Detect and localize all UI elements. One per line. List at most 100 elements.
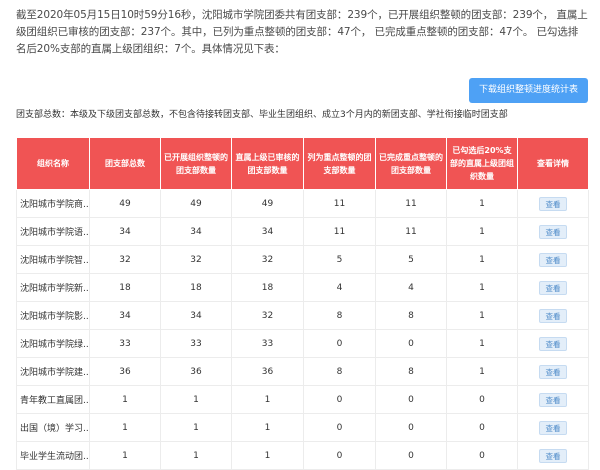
table-row: 沈阳城市学院语... 34 34 34 11 11 1 查看 xyxy=(16,217,589,246)
cell-reviewed: 18 xyxy=(231,273,304,302)
cell-done: 5 xyxy=(375,245,447,274)
cell-details: 查看 xyxy=(517,357,589,386)
header-bottom20: 已勾选后20%支部的直属上级团组织数量 xyxy=(446,137,518,190)
cell-key: 5 xyxy=(303,245,376,274)
rectification-progress-table: 组织名称 团支部总数 已开展组织整顿的团支部数量 直属上级已审核的团支部数量 列… xyxy=(16,137,589,470)
cell-started: 1 xyxy=(160,441,232,470)
cell-org-name: 沈阳城市学院绿... xyxy=(16,329,90,358)
cell-started: 34 xyxy=(160,217,232,246)
cell-details: 查看 xyxy=(517,329,589,358)
cell-key: 0 xyxy=(303,385,376,414)
cell-started: 49 xyxy=(160,189,232,218)
cell-org-name: 出国（境）学习... xyxy=(16,413,90,442)
table-row: 沈阳城市学院智... 32 32 32 5 5 1 查看 xyxy=(16,245,589,274)
table-row: 沈阳城市学院建... 36 36 36 8 8 1 查看 xyxy=(16,357,589,386)
cell-done: 8 xyxy=(375,357,447,386)
cell-details: 查看 xyxy=(517,217,589,246)
header-details: 查看详情 xyxy=(517,137,589,190)
table-row: 沈阳城市学院商... 49 49 49 11 11 1 查看 xyxy=(16,189,589,218)
view-button[interactable]: 查看 xyxy=(539,196,567,211)
header-key: 列为重点整顿的团支部数量 xyxy=(303,137,376,190)
view-button[interactable]: 查看 xyxy=(539,224,567,239)
view-button[interactable]: 查看 xyxy=(539,448,567,463)
cell-total: 34 xyxy=(89,301,161,330)
view-button[interactable]: 查看 xyxy=(539,280,567,295)
cell-org-name: 沈阳城市学院影... xyxy=(16,301,90,330)
cell-total: 33 xyxy=(89,329,161,358)
cell-org-name: 沈阳城市学院建... xyxy=(16,357,90,386)
table-header-row: 组织名称 团支部总数 已开展组织整顿的团支部数量 直属上级已审核的团支部数量 列… xyxy=(16,137,589,190)
cell-key: 0 xyxy=(303,329,376,358)
view-button[interactable]: 查看 xyxy=(539,420,567,435)
table-row: 沈阳城市学院绿... 33 33 33 0 0 1 查看 xyxy=(16,329,589,358)
cell-details: 查看 xyxy=(517,301,589,330)
header-done: 已完成重点整顿的团支部数量 xyxy=(375,137,447,190)
cell-details: 查看 xyxy=(517,385,589,414)
view-button[interactable]: 查看 xyxy=(539,364,567,379)
cell-reviewed: 32 xyxy=(231,245,304,274)
cell-reviewed: 33 xyxy=(231,329,304,358)
cell-key: 0 xyxy=(303,413,376,442)
cell-bottom20: 1 xyxy=(446,357,518,386)
cell-bottom20: 1 xyxy=(446,245,518,274)
cell-reviewed: 49 xyxy=(231,189,304,218)
cell-bottom20: 1 xyxy=(446,329,518,358)
cell-org-name: 沈阳城市学院智... xyxy=(16,245,90,274)
cell-bottom20: 0 xyxy=(446,413,518,442)
cell-key: 11 xyxy=(303,217,376,246)
cell-bottom20: 1 xyxy=(446,189,518,218)
cell-total: 1 xyxy=(89,441,161,470)
cell-reviewed: 1 xyxy=(231,385,304,414)
cell-reviewed: 36 xyxy=(231,357,304,386)
cell-key: 11 xyxy=(303,189,376,218)
cell-started: 32 xyxy=(160,245,232,274)
table-row: 沈阳城市学院新... 18 18 18 4 4 1 查看 xyxy=(16,273,589,302)
cell-total: 1 xyxy=(89,413,161,442)
header-reviewed: 直属上级已审核的团支部数量 xyxy=(231,137,304,190)
cell-done: 0 xyxy=(375,329,447,358)
cell-key: 8 xyxy=(303,301,376,330)
cell-total: 36 xyxy=(89,357,161,386)
cell-reviewed: 1 xyxy=(231,441,304,470)
cell-key: 0 xyxy=(303,441,376,470)
cell-started: 1 xyxy=(160,413,232,442)
cell-started: 1 xyxy=(160,385,232,414)
cell-done: 0 xyxy=(375,441,447,470)
cell-reviewed: 1 xyxy=(231,413,304,442)
cell-org-name: 青年教工直属团... xyxy=(16,385,90,414)
cell-total: 32 xyxy=(89,245,161,274)
cell-total: 34 xyxy=(89,217,161,246)
cell-org-name: 毕业学生流动团... xyxy=(16,441,90,470)
cell-bottom20: 0 xyxy=(446,441,518,470)
cell-reviewed: 34 xyxy=(231,217,304,246)
cell-done: 11 xyxy=(375,217,447,246)
cell-total: 1 xyxy=(89,385,161,414)
header-started: 已开展组织整顿的团支部数量 xyxy=(160,137,232,190)
cell-done: 0 xyxy=(375,413,447,442)
cell-bottom20: 1 xyxy=(446,301,518,330)
table-row: 毕业学生流动团... 1 1 1 0 0 0 查看 xyxy=(16,441,589,470)
cell-started: 18 xyxy=(160,273,232,302)
cell-started: 33 xyxy=(160,329,232,358)
cell-details: 查看 xyxy=(517,441,589,470)
cell-total: 49 xyxy=(89,189,161,218)
view-button[interactable]: 查看 xyxy=(539,336,567,351)
cell-done: 11 xyxy=(375,189,447,218)
cell-done: 8 xyxy=(375,301,447,330)
download-stats-button[interactable]: 下载组织整顿进度统计表 xyxy=(469,78,588,103)
cell-reviewed: 32 xyxy=(231,301,304,330)
table-row: 青年教工直属团... 1 1 1 0 0 0 查看 xyxy=(16,385,589,414)
cell-details: 查看 xyxy=(517,273,589,302)
view-button[interactable]: 查看 xyxy=(539,308,567,323)
cell-started: 34 xyxy=(160,301,232,330)
table-row: 沈阳城市学院影... 34 34 32 8 8 1 查看 xyxy=(16,301,589,330)
cell-done: 0 xyxy=(375,385,447,414)
view-button[interactable]: 查看 xyxy=(539,252,567,267)
cell-key: 4 xyxy=(303,273,376,302)
cell-key: 8 xyxy=(303,357,376,386)
table-row: 出国（境）学习... 1 1 1 0 0 0 查看 xyxy=(16,413,589,442)
cell-total: 18 xyxy=(89,273,161,302)
summary-text: 截至2020年05月15日10时59分16秒，沈阳城市学院团委共有团支部：239… xyxy=(16,9,588,55)
header-org-name: 组织名称 xyxy=(16,137,90,190)
view-button[interactable]: 查看 xyxy=(539,392,567,407)
